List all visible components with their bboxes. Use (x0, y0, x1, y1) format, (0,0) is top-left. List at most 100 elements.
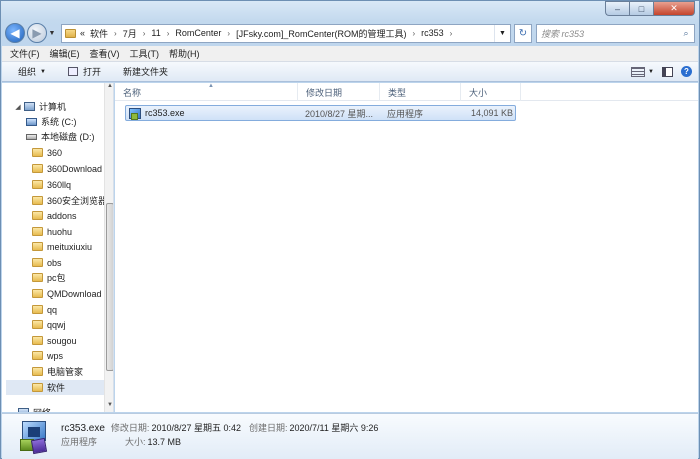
tree-item-folder[interactable]: qq (32, 302, 113, 317)
change-view-icon[interactable] (631, 66, 646, 77)
breadcrumb-separator[interactable]: › (167, 29, 170, 38)
scroll-up-icon[interactable]: ▲ (105, 83, 113, 93)
tree-item-folder[interactable]: 电脑管家 (32, 364, 113, 379)
tree-item-drive-c[interactable]: 系统 (C:) (26, 114, 113, 129)
preview-pane-icon[interactable] (662, 66, 673, 77)
menu-bar: 文件(F) 编辑(E) 查看(V) 工具(T) 帮助(H) (2, 46, 698, 62)
details-file-name: rc353.exe (61, 423, 105, 434)
help-icon[interactable]: ? (681, 66, 692, 77)
breadcrumb-overflow[interactable]: « (80, 28, 85, 38)
file-type: 应用程序 (387, 108, 424, 119)
tree-item-label: wps (47, 350, 64, 361)
command-bar: 组织 ▼ 打开 新建文件夹 ▼ ? (2, 62, 698, 82)
folder-icon (32, 273, 43, 282)
back-arrow-icon: ◀ (10, 26, 20, 40)
back-button[interactable]: ◀ (5, 23, 25, 43)
scrollbar-thumb[interactable] (106, 203, 113, 371)
menu-edit[interactable]: 编辑(E) (50, 47, 80, 60)
tree-item-drive-d[interactable]: 本地磁盘 (D:) (26, 129, 113, 144)
tree-item-folder[interactable]: huohu (32, 224, 113, 239)
column-name[interactable]: 名称 (115, 83, 298, 101)
view-options-chevron-icon[interactable]: ▼ (648, 69, 654, 75)
folder-icon (32, 351, 43, 360)
tree-item-label: pc包 (47, 273, 66, 283)
tree-item-folder[interactable]: 360llq (32, 177, 113, 192)
folder-icon (32, 211, 43, 220)
minimize-button[interactable]: – (605, 1, 629, 16)
search-icon[interactable]: ⌕ (678, 28, 694, 39)
tree-item-folder[interactable]: addons (32, 208, 113, 223)
tree-item-folder[interactable]: sougou (32, 333, 113, 348)
breadcrumb-item[interactable]: RomCenter (175, 28, 221, 38)
forward-button[interactable]: ▶ (27, 23, 47, 43)
open-button[interactable]: 打开 (67, 65, 101, 78)
file-list: 名称 ▲ 修改日期 类型 大小 rc353.exe 2010/8/27 星期..… (115, 83, 698, 412)
file-name-cell: rc353.exe (129, 106, 299, 120)
refresh-button[interactable]: ↻ (514, 23, 532, 43)
breadcrumb-separator[interactable]: › (114, 29, 117, 38)
breadcrumb-item[interactable]: 11 (151, 28, 160, 38)
details-size-label: 大小: (125, 437, 146, 447)
file-name: rc353.exe (145, 108, 185, 118)
breadcrumb-separator[interactable]: › (450, 29, 453, 38)
tree-item-folder[interactable]: 360安全浏览器 (32, 193, 113, 208)
maximize-button[interactable]: □ (629, 1, 653, 16)
folder-icon (32, 336, 43, 345)
details-modified-label: 修改日期: (110, 423, 150, 433)
breadcrumb-item[interactable]: 7月 (123, 27, 137, 40)
address-bar[interactable]: « 软件 › 7月 › 11 › RomCenter › [JFsky.com]… (61, 23, 511, 43)
breadcrumb-separator[interactable]: › (143, 29, 146, 38)
tree-item-folder[interactable]: wps (32, 348, 113, 363)
nav-scrollbar[interactable]: ▲ ▼ (104, 83, 113, 412)
details-type: 应用程序 (61, 437, 98, 447)
menu-view[interactable]: 查看(V) (90, 47, 120, 60)
tree-item-folder[interactable]: pc包 (32, 270, 113, 285)
folder-icon (32, 180, 43, 189)
recent-pages-dropdown[interactable]: ▼ (47, 30, 57, 37)
scroll-down-icon[interactable]: ▼ (105, 402, 113, 412)
details-size-value: 13.7 MB (147, 437, 182, 447)
tree-item-network[interactable]: 网络 (18, 405, 113, 412)
address-history-dropdown[interactable]: ▼ (494, 24, 510, 42)
close-button[interactable]: ✕ (653, 1, 695, 16)
window-controls: – □ ✕ (605, 1, 695, 16)
details-modified-value: 2010/8/27 星期五 0:42 (151, 423, 241, 433)
details-created-label: 创建日期: (249, 423, 288, 433)
column-modified[interactable]: 修改日期 (298, 83, 380, 101)
breadcrumb-separator[interactable]: › (227, 29, 230, 38)
tree-item-folder[interactable]: meituxiuxiu (32, 239, 113, 254)
folder-icon (32, 320, 43, 329)
collapse-icon[interactable]: ◢ (14, 103, 22, 111)
folder-icon (65, 28, 76, 38)
column-header: 名称 ▲ 修改日期 类型 大小 (115, 83, 698, 101)
menu-tools[interactable]: 工具(T) (130, 47, 160, 60)
menu-file[interactable]: 文件(F) (10, 47, 40, 60)
column-size[interactable]: 大小 (461, 83, 521, 101)
column-type[interactable]: 类型 (380, 83, 461, 101)
tree-item-folder[interactable]: QMDownload (32, 286, 113, 301)
view-controls: ▼ ? (623, 66, 698, 77)
new-folder-label: 新建文件夹 (122, 67, 168, 77)
breadcrumb-item[interactable]: [JFsky.com]_RomCenter(ROM的管理工具) (236, 27, 406, 40)
tree-item-computer[interactable]: ◢ 计算机 (14, 99, 113, 114)
breadcrumb-item[interactable]: 软件 (90, 27, 108, 40)
organize-label: 组织 (18, 67, 37, 77)
tree-item-label: qq (47, 304, 58, 315)
tree-item-label: obs (47, 257, 62, 268)
breadcrumb-item[interactable]: rc353 (421, 28, 444, 38)
application-icon (129, 107, 141, 120)
tree-item-folder[interactable]: 360Download (32, 161, 113, 176)
tree-item-folder[interactable]: obs (32, 255, 113, 270)
file-modified: 2010/8/27 星期... (305, 108, 374, 119)
tree-item-folder-selected[interactable]: 软件 (6, 380, 104, 395)
folder-icon (32, 367, 43, 376)
new-folder-button[interactable]: 新建文件夹 (123, 65, 168, 78)
search-input[interactable]: 搜索 rc353 ⌕ (536, 23, 695, 43)
menu-help[interactable]: 帮助(H) (169, 47, 200, 60)
tree-item-folder[interactable]: 360 (32, 145, 113, 160)
organize-button[interactable]: 组织 ▼ (18, 65, 46, 78)
breadcrumb-separator[interactable]: › (412, 29, 415, 38)
tree-item-folder[interactable]: qqwj (32, 317, 113, 332)
file-row-selected[interactable]: rc353.exe 2010/8/27 星期... 应用程序 14,091 KB (125, 105, 516, 121)
tree-item-label: addons (47, 210, 77, 221)
